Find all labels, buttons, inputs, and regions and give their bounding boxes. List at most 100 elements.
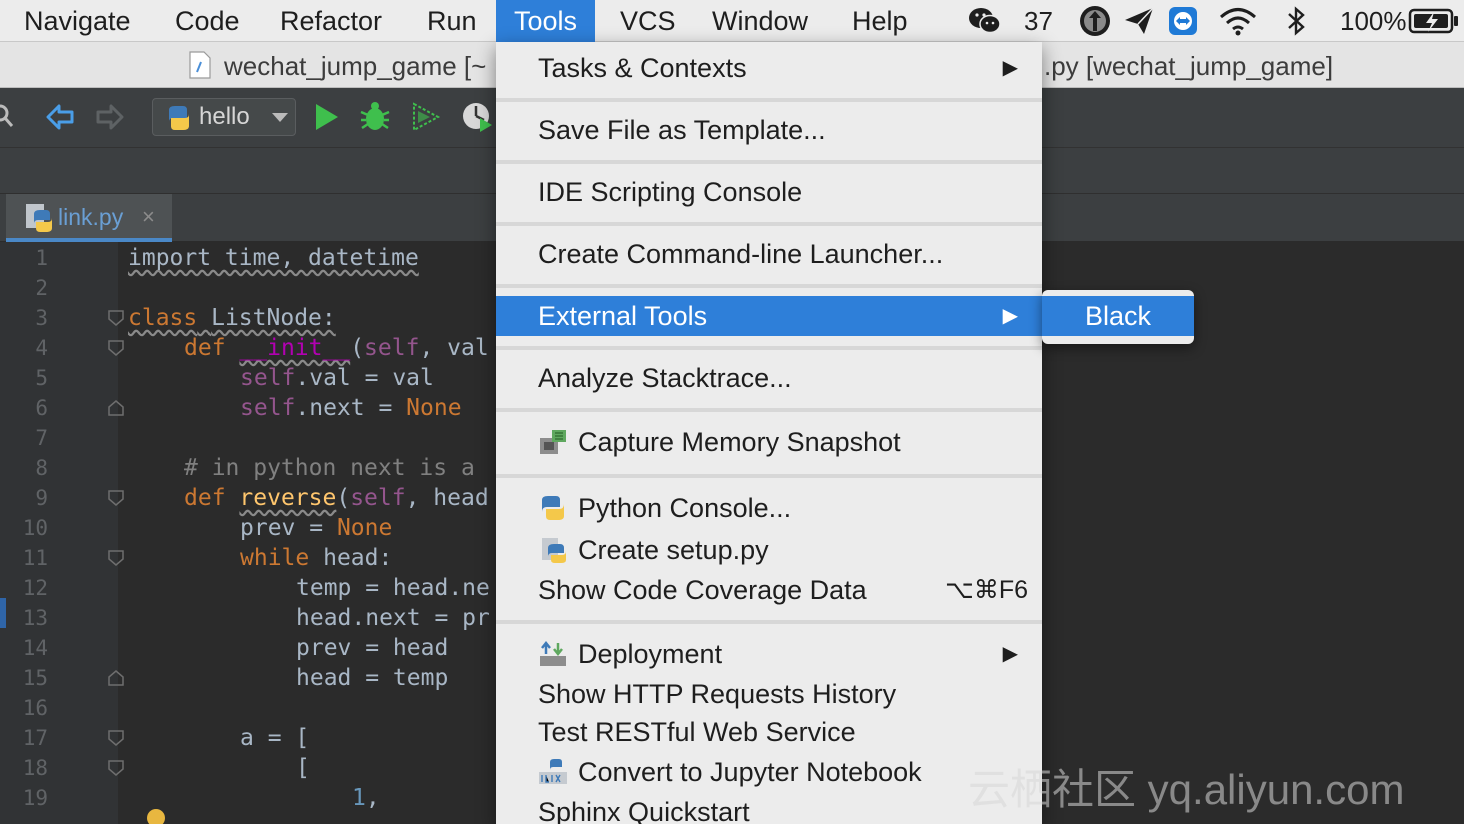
menu-item-tasks-contexts[interactable]: Tasks & Contexts ▶ (496, 48, 1042, 88)
menu-separator (496, 474, 1042, 478)
debug-icon[interactable] (358, 100, 392, 134)
code-token: import time, datetime (128, 245, 419, 271)
fold-marker-icon[interactable] (108, 340, 124, 356)
menu-item-label: Deployment (578, 639, 723, 669)
menu-item-ide-scripting-console[interactable]: IDE Scripting Console (496, 172, 1042, 212)
setup-py-icon (542, 538, 566, 563)
line-number: 10 (22, 516, 48, 540)
menu-item-label: Show Code Coverage Data (538, 575, 867, 605)
code-comment: # in python next is a (184, 455, 475, 481)
menu-item-label: External Tools (538, 301, 708, 331)
menu-item-show-http-requests-history[interactable]: Show HTTP Requests History (496, 674, 1042, 714)
submenu-arrow-icon: ▶ (1002, 305, 1018, 327)
line-number: 16 (22, 696, 48, 720)
menu-help[interactable]: Help (852, 0, 908, 42)
line-number: 14 (22, 636, 48, 660)
code-line-6: self.next = None (240, 393, 462, 423)
fold-marker-icon[interactable] (108, 490, 124, 506)
fold-marker-icon[interactable] (108, 310, 124, 326)
menu-item-label: Create setup.py (578, 535, 769, 565)
python-console-icon (542, 496, 564, 520)
line-number: 12 (22, 576, 48, 600)
code-line-19: 1, (352, 783, 380, 813)
deployment-icon (540, 640, 566, 666)
menu-item-shortcut: ⌥⌘F6 (945, 576, 1028, 604)
menu-window[interactable]: Window (712, 0, 808, 42)
tab-close-icon[interactable]: × (142, 194, 155, 240)
memory-snapshot-icon (540, 430, 566, 454)
upload-icon[interactable] (1078, 4, 1112, 38)
menu-item-label: Show HTTP Requests History (538, 679, 897, 709)
menu-item-label: Tasks & Contexts (538, 53, 747, 83)
fold-end-icon[interactable] (108, 670, 124, 686)
line-number: 1 (35, 246, 48, 270)
menu-item-sphinx-quickstart[interactable]: Sphinx Quickstart (496, 792, 1042, 824)
back-arrow-icon[interactable] (44, 102, 76, 132)
menu-vcs[interactable]: VCS (620, 0, 676, 42)
line-number: 15 (22, 666, 48, 690)
code-token: head: (309, 545, 393, 571)
menu-separator (496, 408, 1042, 412)
file-icon (189, 51, 211, 79)
window-title-right: .py [wechat_jump_game] (1044, 51, 1334, 81)
forward-arrow-icon[interactable] (94, 102, 126, 132)
submenu-item-black[interactable]: Black (1042, 296, 1194, 336)
fold-marker-icon[interactable] (108, 760, 124, 776)
submenu-arrow-icon: ▶ (1002, 57, 1018, 79)
editor-tab-link-py[interactable]: link.py × (6, 194, 172, 242)
editor-tab-label: link.py (58, 204, 124, 230)
code-token: def (184, 335, 226, 361)
send-icon[interactable] (1122, 4, 1156, 38)
battery-percent: 100% (1340, 6, 1407, 36)
code-line-12: temp = head.ne (296, 575, 490, 601)
fold-marker-icon[interactable] (108, 730, 124, 746)
code-line-17: a = [ (240, 725, 310, 751)
search-icon[interactable] (0, 102, 16, 132)
menu-item-test-restful-web-service[interactable]: Test RESTful Web Service (496, 712, 1042, 752)
line-number: 13 (22, 606, 48, 630)
menu-item-analyze-stacktrace[interactable]: Analyze Stacktrace... (496, 358, 1042, 398)
line-number: 2 (35, 276, 48, 300)
menu-code[interactable]: Code (175, 0, 240, 42)
lightbulb-icon[interactable] (146, 808, 166, 824)
fold-end-icon[interactable] (108, 400, 124, 416)
code-line-11: while head: (240, 543, 392, 573)
profile-icon[interactable] (460, 100, 494, 134)
code-token: None (336, 515, 393, 541)
menu-item-capture-memory-snapshot[interactable]: Capture Memory Snapshot (496, 422, 1042, 462)
menu-navigate[interactable]: Navigate (24, 0, 131, 42)
watermark: 云栖社区 yq.aliyun.com (968, 766, 1405, 813)
menu-item-deployment[interactable]: Deployment ▶ (496, 634, 1042, 674)
menu-run[interactable]: Run (427, 0, 477, 42)
fold-marker-icon[interactable] (108, 550, 124, 566)
code-line-18: [ (296, 755, 310, 781)
menu-separator (496, 620, 1042, 624)
menu-item-label: Python Console... (578, 493, 792, 523)
coverage-icon[interactable] (408, 100, 442, 134)
code-line-10: prev = None (240, 513, 392, 543)
menu-item-label: Convert to Jupyter Notebook (578, 757, 922, 787)
menu-item-convert-to-jupyter-notebook[interactable]: Convert to Jupyter Notebook (496, 752, 1042, 792)
menu-item-save-file-as-template[interactable]: Save File as Template... (496, 110, 1042, 150)
bluetooth-icon[interactable] (1282, 4, 1310, 38)
code-token: , (365, 785, 380, 811)
menu-item-create-command-line-launcher[interactable]: Create Command-line Launcher... (496, 234, 1042, 274)
line-number: 18 (22, 756, 48, 780)
macos-menu-bar: Navigate Code Refactor Run Tools VCS Win… (0, 0, 1464, 42)
menu-item-external-tools[interactable]: External Tools ▶ (496, 296, 1042, 336)
menu-separator (496, 98, 1042, 102)
run-configuration-selector[interactable]: hello (152, 98, 296, 136)
run-icon[interactable] (312, 102, 340, 132)
menu-separator (496, 222, 1042, 226)
menu-item-create-setup-py[interactable]: Create setup.py (496, 530, 1042, 570)
teamviewer-icon[interactable] (1166, 4, 1200, 38)
wifi-icon[interactable] (1218, 4, 1258, 38)
menu-item-python-console[interactable]: Python Console... (496, 488, 1042, 528)
menu-tools[interactable]: Tools (496, 0, 596, 42)
wechat-icon[interactable] (968, 4, 1002, 38)
menu-refactor[interactable]: Refactor (280, 0, 382, 42)
code-line-15: head = temp (296, 665, 449, 691)
line-number: 19 (22, 786, 48, 810)
menu-item-show-code-coverage-data[interactable]: Show Code Coverage Data ⌥⌘F6 (496, 570, 1042, 610)
battery-icon[interactable] (1408, 4, 1460, 38)
